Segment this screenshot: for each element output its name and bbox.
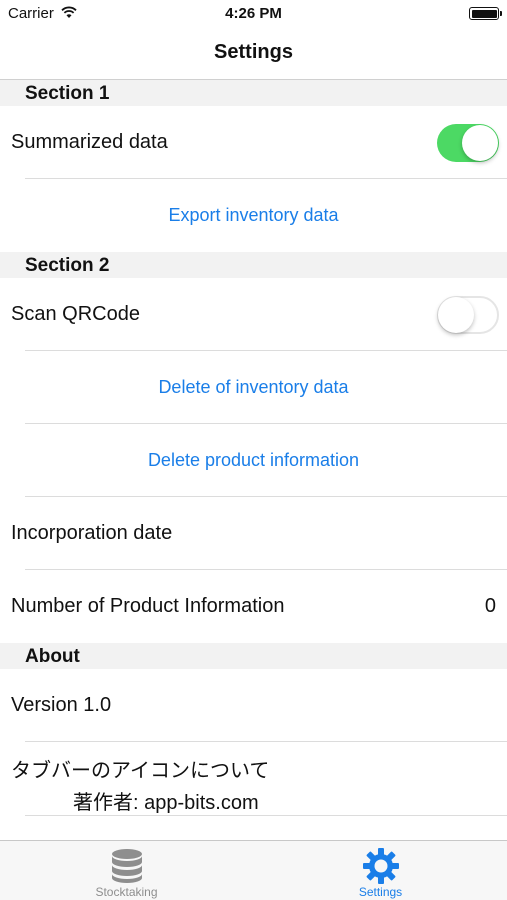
version-row: Version 1.0 [0,669,507,742]
product-count-label: Number of Product Information [11,595,285,617]
navigation-bar: Settings [0,28,507,80]
section-header-about: About [0,643,507,669]
tab-settings[interactable]: Settings [254,841,507,900]
summarized-data-label: Summarized data [11,131,168,153]
section-header-1: Section 1 [0,80,507,106]
export-inventory-button[interactable]: Export inventory data [0,179,507,252]
delete-inventory-label: Delete of inventory data [158,377,349,397]
scan-qrcode-row: Scan QRCode [0,278,507,351]
product-count-value: 0 [484,595,496,617]
section-header-2: Section 2 [0,252,507,278]
status-time: 4:26 PM [225,5,282,22]
icon-credit-author: 著作者: app-bits.com [73,792,259,814]
delete-product-button[interactable]: Delete product information [0,424,507,497]
scan-qrcode-toggle[interactable] [437,296,499,334]
summarized-data-row: Summarized data [0,106,507,179]
settings-table: Section 1 Summarized data Export invento… [0,80,507,816]
product-count-row: Number of Product Information 0 [0,570,507,643]
icon-credit-row: タブバーのアイコンについて 著作者: app-bits.com [0,742,507,816]
gear-icon [362,848,399,884]
tab-stocktaking-label: Stocktaking [95,885,158,899]
icon-credit-title: タブバーのアイコンについて [11,760,270,782]
export-inventory-label: Export inventory data [168,205,339,225]
status-bar: Carrier 4:26 PM [0,0,507,28]
summarized-data-toggle[interactable] [437,124,499,162]
incorporation-date-label: Incorporation date [11,522,173,544]
database-icon [111,849,142,883]
tab-stocktaking[interactable]: Stocktaking [0,841,253,900]
scan-qrcode-label: Scan QRCode [11,303,140,325]
delete-product-label: Delete product information [147,450,360,470]
tab-settings-label: Settings [358,885,403,899]
battery-icon [469,7,502,20]
tab-bar: Stocktaking Settings [0,840,507,900]
version-label: Version 1.0 [11,694,112,716]
incorporation-date-row[interactable]: Incorporation date [0,497,507,570]
delete-inventory-button[interactable]: Delete of inventory data [0,351,507,424]
page-title: Settings [214,41,293,63]
